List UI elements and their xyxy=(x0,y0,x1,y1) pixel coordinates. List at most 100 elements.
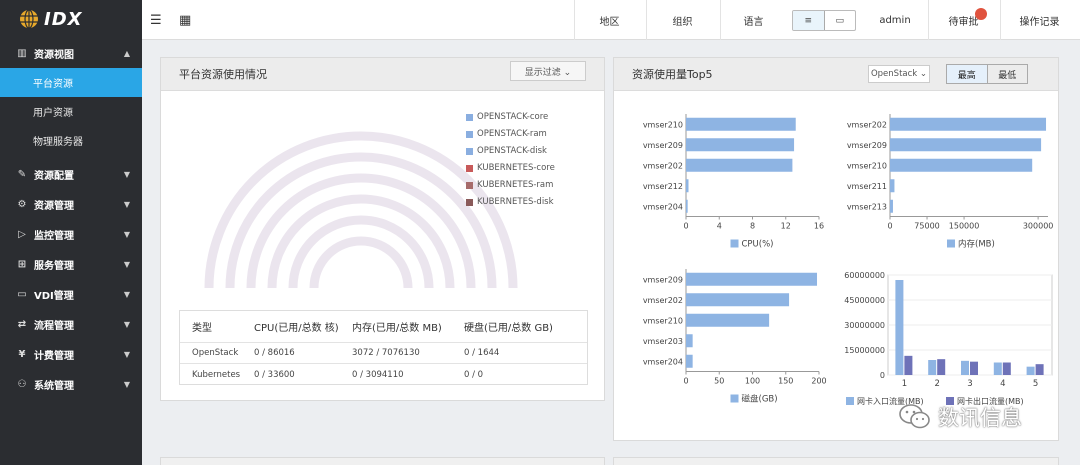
gauge-ring-5 xyxy=(309,236,413,289)
legend-item[interactable]: OPENSTACK-ram xyxy=(466,129,547,139)
panel-header: 平台资源使用情况 显示过滤 ⌄ xyxy=(161,58,604,91)
logo[interactable]: IDX xyxy=(0,0,142,38)
chevron-up-icon: ▲ xyxy=(123,48,130,58)
sidebar-group-6[interactable]: ⇄ 流程管理 ▼ xyxy=(0,309,142,339)
sidebar-group-7[interactable]: ¥ 计费管理 ▼ xyxy=(0,339,142,369)
topbar-organization[interactable]: 组织 xyxy=(646,0,718,40)
bar[interactable] xyxy=(961,360,969,375)
grid-apps-icon[interactable]: ▦ xyxy=(179,13,191,28)
bar[interactable] xyxy=(890,158,1033,172)
bar[interactable] xyxy=(890,199,893,213)
resource-table: 类型 CPU(已用/总数 核) 内存(已用/总数 MB) 硬盘(已用/总数 GB… xyxy=(179,310,588,385)
sidebar-group-4[interactable]: ⊞ 服务管理 ▼ xyxy=(0,249,142,279)
legend-swatch xyxy=(466,181,473,189)
category-label: vmser202 xyxy=(643,296,683,305)
bar[interactable] xyxy=(928,360,937,375)
grid-icon: ⊞ xyxy=(17,258,27,270)
sidebar-group-1[interactable]: ✎ 资源配置 ▼ xyxy=(0,159,142,189)
display-filter-button[interactable]: 显示过滤 ⌄ xyxy=(510,61,586,81)
x-tick-label: 5 xyxy=(1033,379,1038,389)
bar[interactable] xyxy=(890,179,895,193)
bar[interactable] xyxy=(904,355,913,375)
bar[interactable] xyxy=(895,280,904,375)
legend-swatch xyxy=(846,397,854,405)
watermark-text: 数讯信息 xyxy=(938,406,1022,430)
sidebar: IDX ▥ 资源视图 ▲ 平台资源 用户资源 物理服务器 ✎ 资源配置 ▼ ⚙ 资源管理 ▼ ▷ 监控管理… xyxy=(0,0,142,465)
category-label: vmser212 xyxy=(643,182,683,191)
sidebar-group-2[interactable]: ⚙ 资源管理 ▼ xyxy=(0,189,142,219)
bar[interactable] xyxy=(686,117,796,131)
legend-label: 内存(MB) xyxy=(958,239,995,250)
bottom-panel-edge xyxy=(613,457,1059,465)
topbar-region[interactable]: 地区 xyxy=(574,0,644,40)
panel-title: 平台资源使用情况 xyxy=(179,68,267,81)
x-tick-label: 4 xyxy=(717,222,722,231)
topbar-language[interactable]: 语言 xyxy=(720,0,786,40)
bar[interactable] xyxy=(1002,362,1011,376)
legend-item[interactable]: OPENSTACK-disk xyxy=(466,146,547,156)
category-label: vmser203 xyxy=(643,337,683,346)
y-tick-label: 15000000 xyxy=(844,346,885,355)
sidebar-group-0[interactable]: ▥ 资源视图 ▲ xyxy=(0,38,142,68)
sidebar-group-8[interactable]: ⚇ 系统管理 ▼ xyxy=(0,369,142,399)
table-row: Kubernetes 0 / 33600 0 / 3094110 0 / 0 xyxy=(180,364,587,385)
sidebar-item-0-2[interactable]: 物理服务器 xyxy=(0,126,142,155)
topbar-operation-log[interactable]: 操作记录 xyxy=(1000,0,1078,40)
legend-item[interactable]: KUBERNETES-core xyxy=(466,163,555,173)
bar[interactable] xyxy=(686,199,688,213)
x-tick-label: 4 xyxy=(1000,379,1005,389)
bar[interactable] xyxy=(993,362,1002,376)
x-tick-label: 50 xyxy=(714,377,724,386)
category-label: vmser210 xyxy=(847,161,887,170)
notification-badge xyxy=(975,8,987,20)
bar[interactable] xyxy=(686,354,693,368)
sort-lowest-button[interactable]: 最低 xyxy=(988,65,1028,83)
sidebar-item-0-0[interactable]: 平台资源 xyxy=(0,68,142,97)
bar[interactable] xyxy=(1035,364,1044,375)
sidebar-group-label: 资源管理 xyxy=(34,200,74,212)
panel-header: 资源使用量Top5 OpenStack ⌄ 最高 最低 xyxy=(614,58,1058,91)
x-tick-label: 1 xyxy=(902,379,907,389)
bar[interactable] xyxy=(937,359,946,375)
legend-swatch xyxy=(730,239,739,248)
cell-type: Kubernetes xyxy=(192,369,241,380)
bar[interactable] xyxy=(970,361,978,375)
sidebar-group-3[interactable]: ▷ 监控管理 ▼ xyxy=(0,219,142,249)
y-tick-label: 60000000 xyxy=(844,271,885,280)
x-tick-label: 0 xyxy=(683,222,688,231)
bar[interactable] xyxy=(686,334,693,348)
sidebar-group-5[interactable]: ▭ VDI管理 ▼ xyxy=(0,279,142,309)
bar[interactable] xyxy=(1026,366,1035,375)
bar[interactable] xyxy=(686,313,770,327)
legend-label: OPENSTACK-ram xyxy=(477,129,547,139)
legend-item[interactable]: OPENSTACK-core xyxy=(466,112,548,122)
list-view-button[interactable]: ≡ xyxy=(793,11,825,30)
chevron-down-icon: ▼ xyxy=(123,229,130,239)
chart-icon: ▥ xyxy=(17,47,27,59)
bar[interactable] xyxy=(686,158,793,172)
legend-item[interactable]: KUBERNETES-disk xyxy=(466,197,554,207)
flow-icon: ⇄ xyxy=(17,318,27,330)
category-label: vmser209 xyxy=(847,141,887,150)
topbar-pending[interactable]: 待审批 xyxy=(928,0,998,40)
bar[interactable] xyxy=(890,138,1042,152)
category-label: vmser202 xyxy=(847,120,887,129)
bar[interactable] xyxy=(686,293,790,307)
topbar-user[interactable]: admin xyxy=(864,0,926,40)
sidebar-item-0-1[interactable]: 用户资源 xyxy=(0,97,142,126)
header-disk: 硬盘(已用/总数 GB) xyxy=(464,323,553,334)
x-tick-label: 200 xyxy=(811,377,826,386)
legend-swatch xyxy=(466,147,473,155)
category-label: vmser204 xyxy=(643,202,683,211)
platform-select[interactable]: OpenStack ⌄ xyxy=(868,65,930,83)
bar[interactable] xyxy=(686,179,689,193)
bar[interactable] xyxy=(686,138,795,152)
menu-collapse-icon[interactable]: ☰ xyxy=(150,13,162,28)
sort-highest-button[interactable]: 最高 xyxy=(947,65,988,83)
bar[interactable] xyxy=(686,272,818,286)
card-view-button[interactable]: ▭ xyxy=(825,11,856,30)
sidebar-group-label: 系统管理 xyxy=(34,380,74,392)
legend-item[interactable]: KUBERNETES-ram xyxy=(466,180,553,190)
chevron-down-icon: ▼ xyxy=(123,319,130,329)
bar[interactable] xyxy=(890,117,1047,131)
